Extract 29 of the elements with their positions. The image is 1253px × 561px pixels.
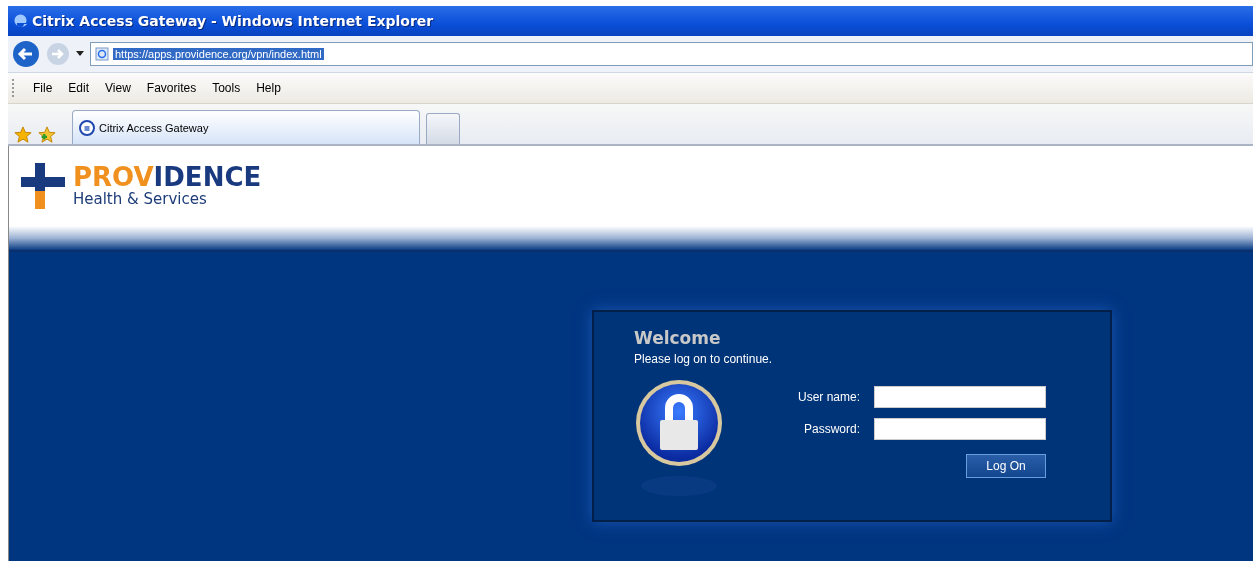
menu-item[interactable]: File [27, 79, 59, 97]
browser-logo-icon [12, 13, 28, 29]
browser-tab[interactable]: Citrix Access Gateway [72, 110, 420, 144]
input-field[interactable] [874, 386, 1047, 408]
menu-item[interactable]: Favorites [140, 79, 203, 97]
field-label: User name: [798, 390, 861, 404]
dropdown-caret-icon[interactable] [76, 51, 84, 57]
window-title: Citrix Access Gateway - Windows Internet Explorer [32, 13, 434, 29]
add-favorite-icon[interactable] [38, 126, 56, 144]
menu-item[interactable]: Help [250, 79, 287, 97]
cross-logo-icon [21, 163, 65, 209]
star-icon[interactable] [14, 126, 32, 144]
logo-tagline: Health & Services [73, 190, 208, 208]
welcome-heading: Welcome [634, 328, 722, 348]
back-button[interactable] [12, 40, 40, 68]
menu-item[interactable]: Tools [206, 79, 247, 97]
padlock-icon [634, 378, 724, 498]
page-icon [79, 119, 95, 136]
forward-button[interactable] [46, 42, 70, 66]
logo-wordmark: PROVIDENCE [73, 164, 262, 190]
field-label: Password: [804, 422, 861, 436]
address-field[interactable]: https://apps.providence.org/vpn/index.html [90, 42, 1253, 66]
page-icon [95, 47, 109, 61]
login-instructions: Please log on to continue. [634, 352, 774, 366]
log-on-button[interactable]: Log On [966, 454, 1047, 478]
input-field[interactable] [874, 418, 1047, 440]
new-tab-button[interactable] [426, 113, 460, 144]
menu-item[interactable]: Edit [62, 79, 96, 97]
menu-item[interactable]: View [99, 79, 137, 97]
